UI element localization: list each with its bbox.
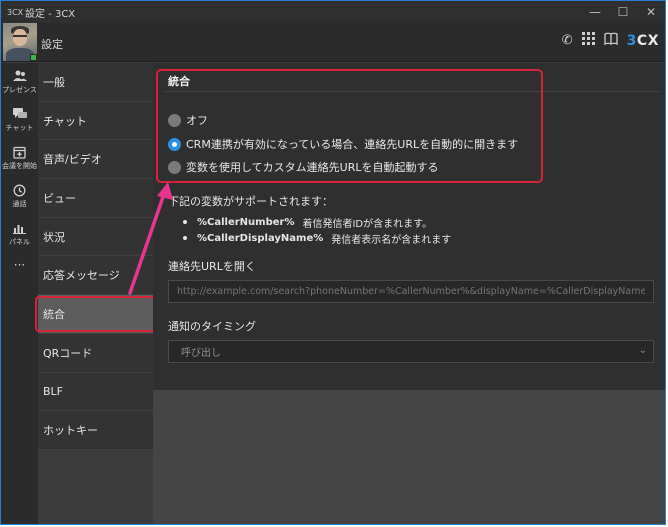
window-title: 設定 - 3CX (25, 8, 76, 20)
rail-item-calls[interactable]: 通話 (1, 177, 38, 215)
app-logo: 3CX (7, 7, 24, 17)
nav-item-status[interactable]: 状況 (38, 218, 153, 257)
dialpad-icon[interactable] (581, 32, 595, 49)
more-icon[interactable]: ··· (1, 253, 38, 277)
header-toolbar: ✆ 3CX (562, 32, 659, 49)
contacts-book-icon[interactable] (604, 32, 618, 49)
nav-item-greetings[interactable]: 応答メッセージ (38, 256, 153, 296)
rail-item-panel[interactable]: パネル (1, 215, 38, 253)
app-header: 設定 ✆ 3CX (1, 23, 665, 62)
content-empty-area (153, 390, 665, 524)
app-window: 3CX 設定 - 3CX — ☐ ✕ 設定 ✆ 3CX プレゼンス チャット 会… (0, 0, 666, 525)
rail-item-chat[interactable]: チャット (1, 101, 38, 139)
nav-item-qr-code[interactable]: QRコード (38, 334, 153, 373)
rail-label: 会議を開始 (2, 161, 37, 170)
rail-label: チャット (5, 123, 34, 132)
chevron-down-icon: ⌄ (638, 345, 647, 356)
meeting-icon (13, 146, 26, 160)
integration-panel: 統合 オフ CRM連携が有効になっている場合、連絡先URLを自動的に開きます 変… (153, 63, 665, 390)
rail-item-meeting[interactable]: 会議を開始 (1, 139, 38, 177)
variable-name: %CallerDisplayName% (197, 232, 324, 244)
select-value: 呼び出し (181, 348, 221, 359)
panel-icon (13, 222, 26, 236)
list-item: %CallerDisplayName% 発信者表示名が含まれます (183, 230, 451, 246)
nav-item-general[interactable]: 一般 (38, 63, 153, 102)
nav-item-audio-video[interactable]: 音声/ビデオ (38, 140, 153, 180)
window-controls: — ☐ ✕ (581, 1, 665, 23)
left-rail: プレゼンス チャット 会議を開始 通話 パネル ··· (1, 63, 38, 524)
people-icon (12, 70, 27, 84)
nav-item-chat[interactable]: チャット (38, 102, 153, 141)
brand-logo: 3CX (626, 32, 659, 49)
variables-list: %CallerNumber% 着信発信者IDが含まれます。 %CallerDisp… (183, 214, 451, 246)
variable-name: %CallerNumber% (197, 216, 295, 228)
contact-url-input[interactable] (168, 280, 654, 303)
nav-item-view[interactable]: ビュー (38, 179, 153, 218)
timing-field-label: 通知のタイミング (168, 320, 256, 333)
nav-item-integration[interactable]: 統合 (35, 295, 156, 334)
variables-heading: 下記の変数がサポートされます： (168, 195, 333, 208)
minimize-icon[interactable]: — (581, 1, 609, 23)
phone-icon[interactable]: ✆ (562, 33, 573, 48)
rail-label: 通話 (12, 199, 27, 208)
variable-description: 着信発信者IDが含まれます。 (302, 218, 433, 230)
list-item: %CallerNumber% 着信発信者IDが含まれます。 (183, 214, 451, 230)
rail-label: パネル (9, 237, 30, 246)
rail-label: プレゼンス (2, 85, 37, 94)
title-bar: 3CX 設定 - 3CX — ☐ ✕ (1, 1, 665, 23)
nav-item-hotkeys[interactable]: ホットキー (38, 411, 153, 450)
settings-nav: 一般 チャット 音声/ビデオ ビュー 状況 応答メッセージ 統合 QRコード B… (35, 63, 156, 450)
nav-item-blf[interactable]: BLF (38, 373, 153, 412)
history-icon (13, 184, 26, 198)
presence-status-icon (30, 54, 37, 61)
maximize-icon[interactable]: ☐ (609, 1, 637, 23)
nav-empty-area (38, 450, 153, 524)
close-icon[interactable]: ✕ (637, 1, 665, 23)
variable-description: 発信者表示名が含まれます (331, 234, 452, 246)
rail-item-presence[interactable]: プレゼンス (1, 63, 38, 101)
url-field-label: 連絡先URLを開く (168, 260, 256, 273)
page-title: 設定 (41, 38, 63, 51)
notification-timing-select[interactable]: 呼び出し ⌄ (168, 340, 654, 363)
chat-icon (12, 107, 27, 122)
highlight-annotation-box (156, 69, 543, 183)
